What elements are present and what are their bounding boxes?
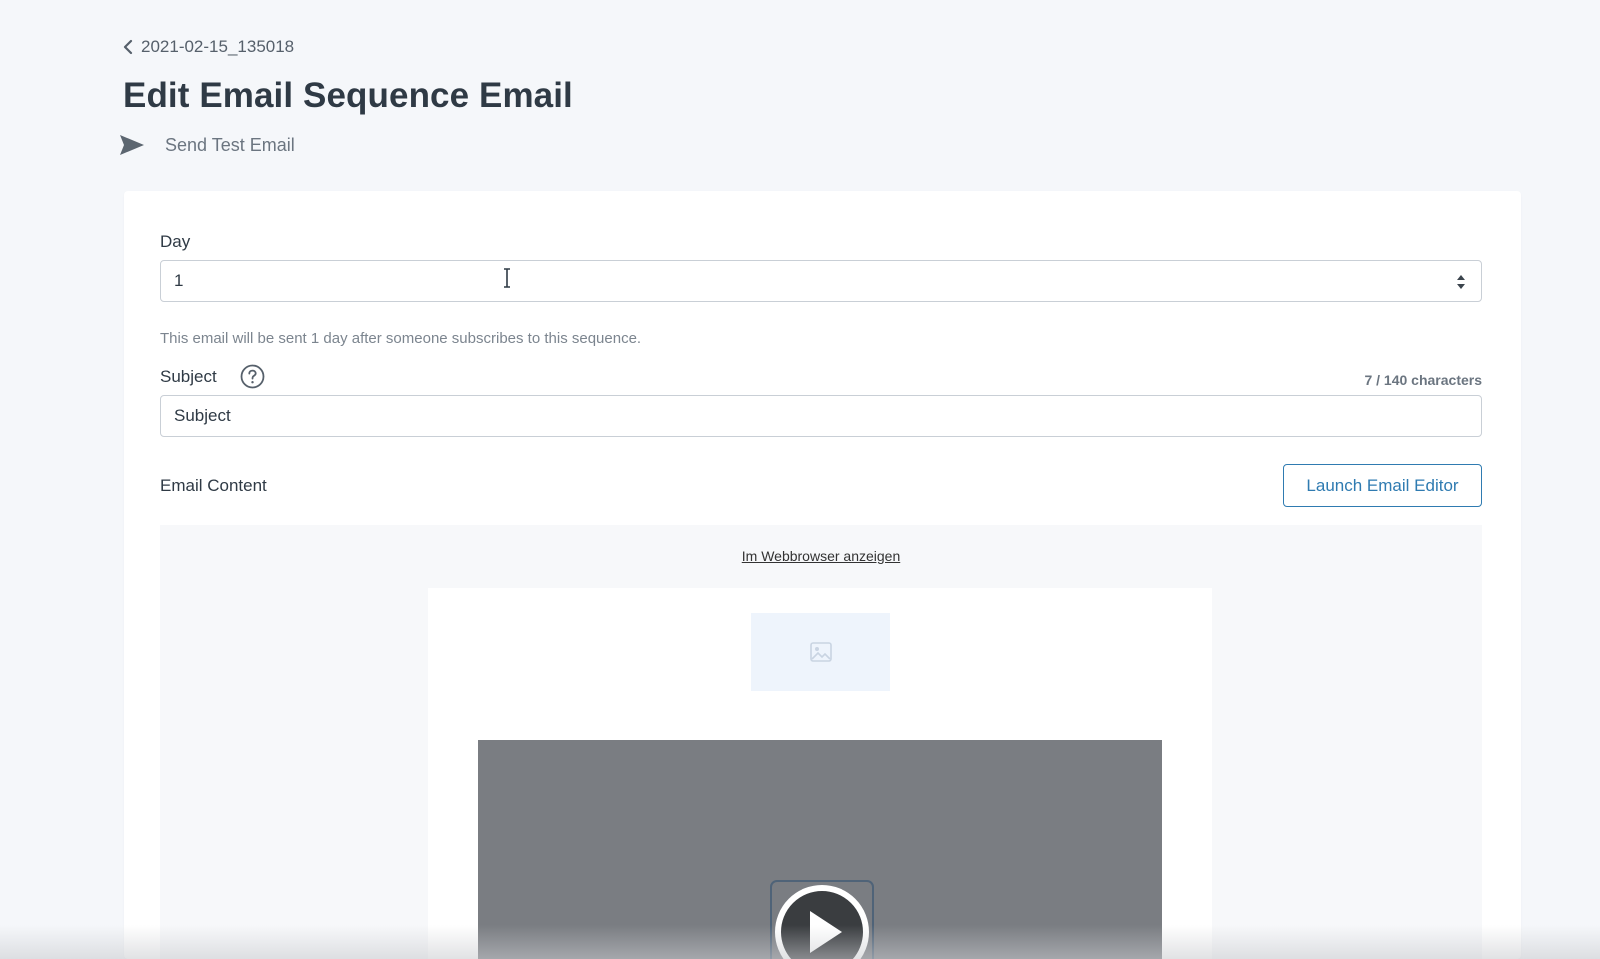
paper-plane-icon (120, 135, 144, 155)
number-stepper-icon[interactable] (1455, 273, 1467, 291)
day-helper-text: This email will be sent 1 day after some… (160, 330, 642, 347)
question-circle-icon[interactable] (240, 364, 265, 389)
email-form-card: Day 1 This email will be sent 1 day afte… (124, 191, 1521, 959)
page-title: Edit Email Sequence Email (123, 76, 573, 115)
day-input[interactable]: 1 (160, 260, 1482, 302)
day-input-value: 1 (174, 271, 184, 290)
page: 2021-02-15_135018 Edit Email Sequence Em… (0, 0, 1600, 959)
launch-email-editor-button[interactable]: Launch Email Editor (1283, 464, 1482, 507)
subject-input-value: Subject (174, 406, 231, 425)
breadcrumb-back[interactable]: 2021-02-15_135018 (123, 36, 294, 58)
video-block[interactable] (478, 740, 1162, 959)
image-block (751, 613, 890, 691)
send-test-email-button[interactable]: Send Test Email (119, 130, 295, 160)
view-in-browser-link[interactable]: Im Webbrowser anzeigen (160, 548, 1482, 564)
day-label: Day (160, 232, 191, 251)
breadcrumb-label: 2021-02-15_135018 (141, 37, 295, 56)
send-test-email-label: Send Test Email (165, 134, 295, 155)
image-placeholder-icon (809, 642, 832, 662)
text-cursor-icon (504, 268, 510, 288)
subject-input[interactable]: Subject (160, 395, 1482, 437)
subject-label: Subject (160, 367, 217, 386)
play-icon[interactable] (770, 880, 874, 959)
email-content-label: Email Content (160, 476, 267, 495)
chevron-left-icon (123, 39, 133, 55)
subject-char-count: 7 / 140 characters (1364, 372, 1482, 388)
email-body (428, 588, 1212, 959)
email-preview: Im Webbrowser anzeigen (160, 525, 1482, 959)
